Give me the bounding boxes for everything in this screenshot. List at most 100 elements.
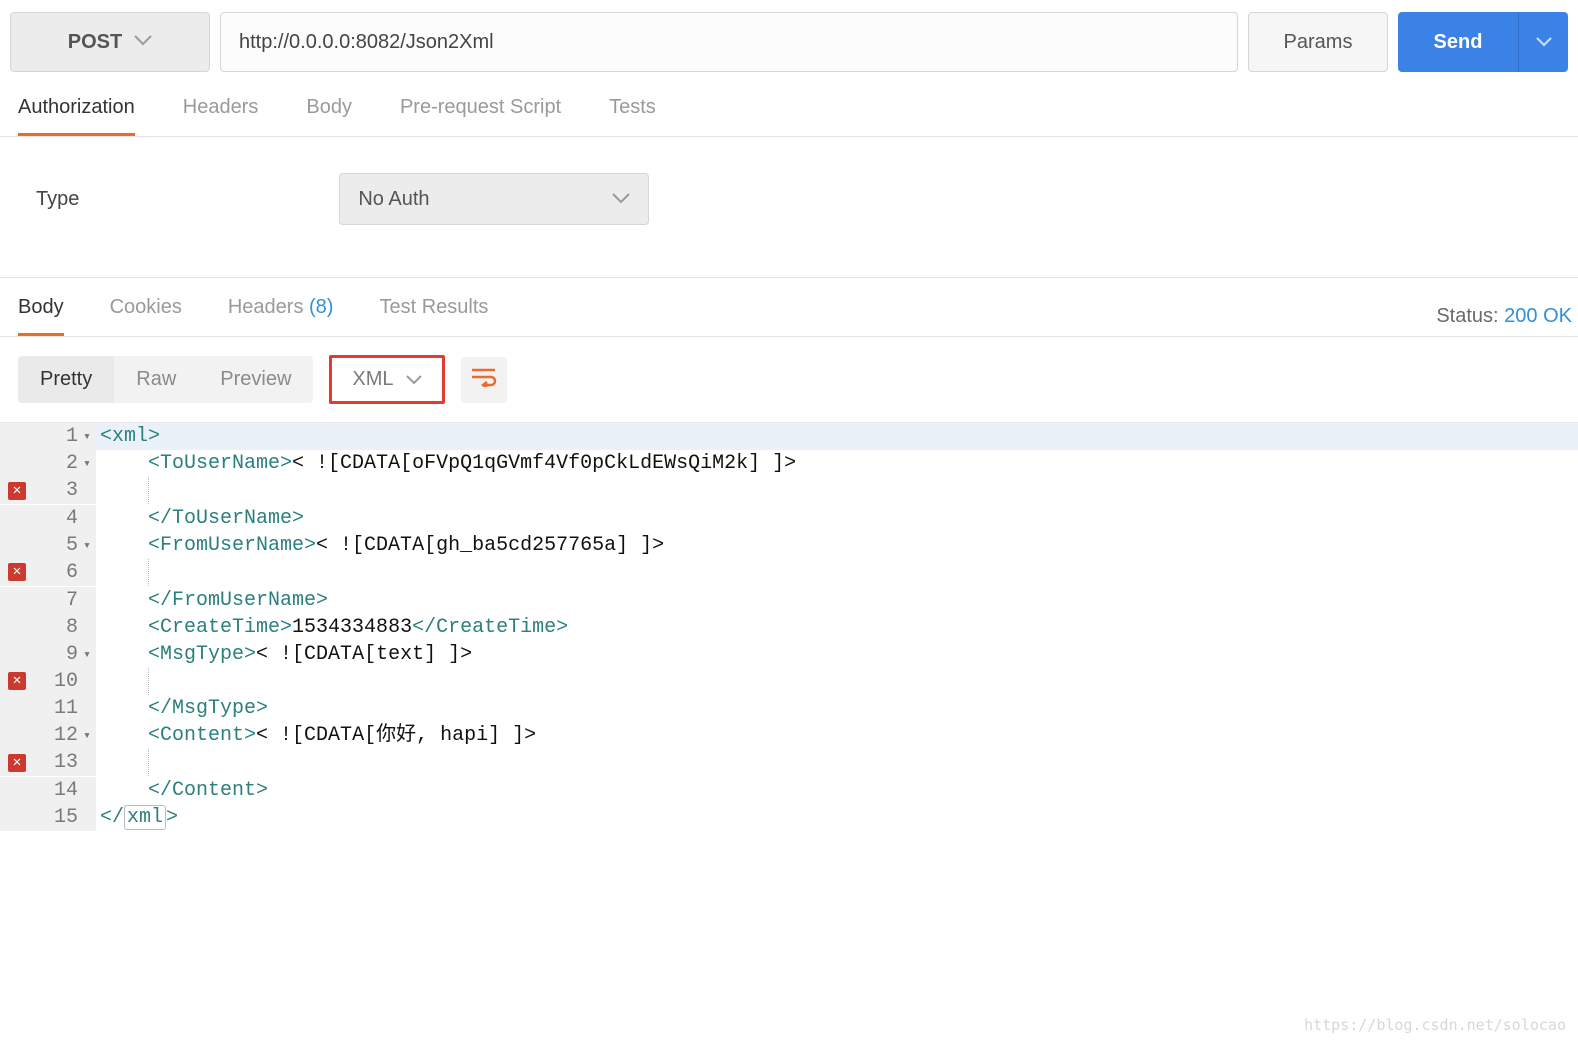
code-text: 1534334883	[292, 616, 412, 639]
gutter: 15	[0, 804, 96, 831]
code-line: 7 </FromUserName>	[0, 587, 1578, 614]
auth-type-value: No Auth	[358, 188, 429, 211]
send-button-group: Send	[1398, 12, 1568, 72]
response-status: Status: 200 OK	[1436, 305, 1574, 328]
code-tag: </ToUserName>	[148, 507, 304, 530]
error-icon[interactable]: ✕	[8, 563, 26, 581]
indent-guide	[148, 559, 149, 586]
gutter: 9▾	[0, 641, 96, 668]
tab-response-body[interactable]: Body	[18, 296, 64, 336]
send-button[interactable]: Send	[1398, 12, 1518, 72]
indent-guide	[148, 749, 149, 776]
tab-tests[interactable]: Tests	[609, 96, 656, 136]
view-raw-button[interactable]: Raw	[114, 356, 198, 403]
gutter: 5▾	[0, 532, 96, 559]
send-dropdown-button[interactable]	[1518, 12, 1568, 72]
code-tag: <CreateTime>	[148, 616, 292, 639]
gutter: 4	[0, 505, 96, 532]
code-tag: <xml>	[100, 425, 160, 448]
status-label: Status:	[1436, 305, 1498, 327]
tab-headers[interactable]: Headers	[183, 96, 259, 136]
tab-body[interactable]: Body	[306, 96, 352, 136]
code-tag: xml	[124, 805, 166, 830]
wrap-icon	[471, 367, 497, 392]
authorization-panel: Type No Auth	[0, 137, 1578, 278]
code-line: ✕13	[0, 749, 1578, 777]
resp-headers-count: (8)	[309, 296, 333, 318]
fold-icon[interactable]: ▾	[82, 722, 92, 749]
code-text: < ![CDATA[oFVpQ1qGVmf4Vf0pCkLdEWsQiM2k] …	[292, 452, 796, 475]
tab-response-headers[interactable]: Headers (8)	[228, 296, 334, 336]
view-preview-button[interactable]: Preview	[198, 356, 313, 403]
code-line: 4 </ToUserName>	[0, 505, 1578, 532]
indent-guide	[148, 477, 149, 504]
gutter: 12▾	[0, 722, 96, 749]
code-tag: </	[100, 806, 124, 829]
url-input[interactable]	[220, 12, 1238, 72]
code-line: 8 <CreateTime>1534334883</CreateTime>	[0, 614, 1578, 641]
auth-type-label: Type	[36, 188, 79, 211]
code-tag: <FromUserName>	[148, 534, 316, 557]
gutter: 1▾	[0, 423, 96, 450]
code-line: 11 </MsgType>	[0, 695, 1578, 722]
code-text: < ![CDATA[gh_ba5cd257765a] ]>	[316, 534, 664, 557]
gutter: ✕10	[0, 668, 96, 695]
resp-headers-label: Headers	[228, 296, 309, 318]
code-tag: </MsgType>	[148, 697, 268, 720]
code-tag: <ToUserName>	[148, 452, 292, 475]
code-text: < ![CDATA[text] ]>	[256, 643, 472, 666]
gutter: ✕6	[0, 559, 96, 586]
code-line: 1▾ <xml>	[0, 423, 1578, 450]
tab-prerequest-script[interactable]: Pre-request Script	[400, 96, 561, 136]
response-tabs-row: Body Cookies Headers (8) Test Results St…	[0, 278, 1578, 337]
response-tabs: Body Cookies Headers (8) Test Results	[18, 296, 488, 336]
error-icon[interactable]: ✕	[8, 754, 26, 772]
line-wrap-button[interactable]	[461, 357, 507, 403]
gutter: 2▾	[0, 450, 96, 477]
response-view-mode: Pretty Raw Preview	[18, 356, 313, 403]
gutter: ✕13	[0, 749, 96, 776]
tab-authorization[interactable]: Authorization	[18, 96, 135, 136]
tab-response-testresults[interactable]: Test Results	[379, 296, 488, 336]
fold-icon[interactable]: ▾	[82, 641, 92, 668]
code-line: ✕6	[0, 559, 1578, 587]
request-bar: POST Params Send	[0, 0, 1578, 82]
chevron-down-icon	[612, 188, 630, 211]
code-line: ✕3	[0, 477, 1578, 505]
view-pretty-button[interactable]: Pretty	[18, 356, 114, 403]
fold-icon[interactable]: ▾	[82, 423, 92, 450]
http-method-select[interactable]: POST	[10, 12, 210, 72]
code-line: 5▾ <FromUserName>< ![CDATA[gh_ba5cd25776…	[0, 532, 1578, 559]
code-tag: </Content>	[148, 779, 268, 802]
params-button[interactable]: Params	[1248, 12, 1388, 72]
code-line: 9▾ <MsgType>< ![CDATA[text] ]>	[0, 641, 1578, 668]
code-line: 2▾ <ToUserName>< ![CDATA[oFVpQ1qGVmf4Vf0…	[0, 450, 1578, 477]
error-icon[interactable]: ✕	[8, 482, 26, 500]
code-line: 15 </xml>	[0, 804, 1578, 831]
chevron-down-icon	[134, 30, 152, 53]
auth-type-select[interactable]: No Auth	[339, 173, 649, 225]
http-method-value: POST	[68, 31, 122, 54]
chevron-down-icon	[1536, 35, 1552, 50]
status-value: 200 OK	[1504, 305, 1572, 327]
response-view-row: Pretty Raw Preview XML	[0, 337, 1578, 422]
fold-icon[interactable]: ▾	[82, 450, 92, 477]
code-line: 12▾ <Content>< ![CDATA[你好, hapi] ]>	[0, 722, 1578, 749]
response-format-select[interactable]: XML	[329, 355, 444, 404]
code-tag: </FromUserName>	[148, 589, 328, 612]
chevron-down-icon	[406, 368, 422, 391]
code-line: 14 </Content>	[0, 777, 1578, 804]
gutter: 11	[0, 695, 96, 722]
tab-response-cookies[interactable]: Cookies	[110, 296, 182, 336]
code-tag: >	[166, 806, 178, 829]
code-line: ✕10	[0, 668, 1578, 696]
code-tag: </CreateTime>	[412, 616, 568, 639]
watermark: https://blog.csdn.net/solocao	[1304, 1016, 1566, 1034]
gutter: 7	[0, 587, 96, 614]
request-tabs: Authorization Headers Body Pre-request S…	[0, 82, 1578, 137]
code-tag: <MsgType>	[148, 643, 256, 666]
gutter: ✕3	[0, 477, 96, 504]
response-code-editor[interactable]: 1▾ <xml> 2▾ <ToUserName>< ![CDATA[oFVpQ1…	[0, 422, 1578, 831]
fold-icon[interactable]: ▾	[82, 532, 92, 559]
error-icon[interactable]: ✕	[8, 672, 26, 690]
